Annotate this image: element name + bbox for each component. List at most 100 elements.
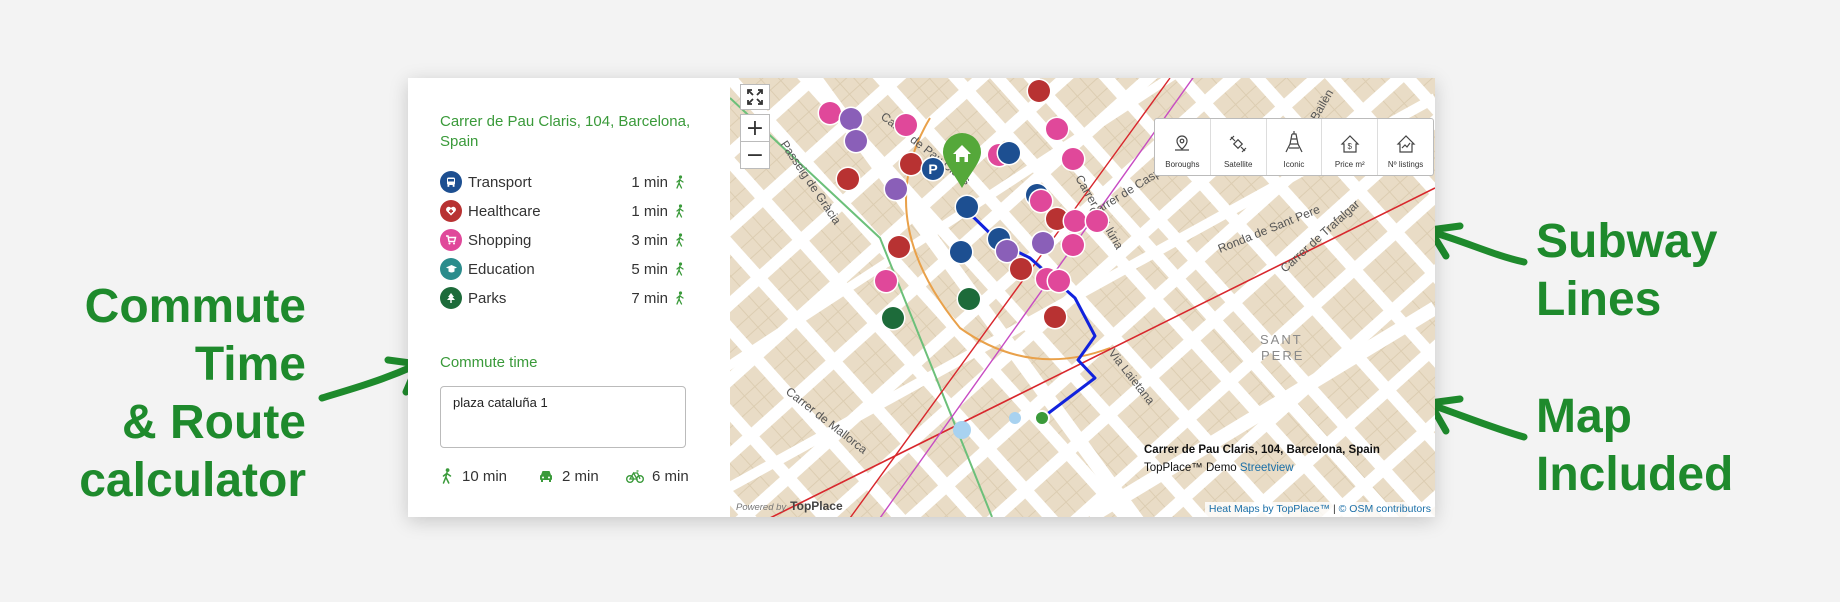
shop-marker[interactable] — [1030, 190, 1052, 212]
school-marker[interactable] — [885, 178, 907, 200]
poi-label: Education — [468, 260, 535, 278]
school-marker[interactable] — [845, 130, 867, 152]
home-pin-icon[interactable] — [941, 132, 983, 190]
fullscreen-button[interactable] — [740, 84, 770, 110]
arrow-map-icon — [1426, 395, 1528, 441]
poi-time: 1 min — [631, 173, 668, 191]
poi-label: Parks — [468, 289, 507, 307]
annotation-line: Map — [1536, 390, 1632, 443]
health-marker[interactable] — [1028, 80, 1050, 102]
shop-marker[interactable] — [1062, 234, 1084, 256]
commute-time-label: Commute time — [440, 354, 538, 371]
walk-icon — [676, 262, 684, 276]
layer-price-button[interactable]: $ Price m² — [1322, 119, 1379, 175]
commute-destination-input[interactable] — [440, 386, 686, 448]
shop-marker[interactable] — [1048, 270, 1070, 292]
layer-boroughs-button[interactable]: Boroughs — [1155, 119, 1211, 175]
shop-marker[interactable] — [819, 102, 841, 124]
park-marker[interactable] — [958, 288, 980, 310]
poi-label: Transport — [468, 173, 532, 191]
bus-marker[interactable] — [998, 142, 1020, 164]
park-marker[interactable] — [882, 307, 904, 329]
annotation-line: calculator — [79, 454, 306, 507]
health-marker[interactable] — [1010, 258, 1032, 280]
shop-marker[interactable] — [1064, 210, 1086, 232]
layer-iconic-button[interactable]: Iconic — [1267, 119, 1323, 175]
bus-marker[interactable] — [956, 196, 978, 218]
health-marker[interactable] — [900, 153, 922, 175]
school-marker[interactable] — [1032, 232, 1054, 254]
poi-time: 5 min — [631, 260, 668, 278]
powered-by: Powered by TopPlace — [736, 499, 843, 513]
zoom-in-button[interactable]: + — [740, 114, 770, 142]
walk-icon — [676, 175, 684, 189]
walk-icon — [676, 233, 684, 247]
fullscreen-icon — [747, 89, 763, 105]
osm-link[interactable]: © OSM contributors — [1339, 503, 1431, 515]
location-popup: Carrer de Pau Claris, 104, Barcelona, Sp… — [1144, 441, 1380, 477]
mode-time: 6 min — [652, 467, 689, 485]
streetview-link[interactable]: Streetview — [1240, 462, 1294, 474]
mode-car[interactable]: 2 min — [538, 464, 599, 488]
shop-marker[interactable] — [1086, 210, 1108, 232]
annotation-subway: Subway Lines — [1536, 213, 1717, 329]
health-marker[interactable] — [837, 168, 859, 190]
bike-icon — [626, 470, 644, 483]
shop-marker[interactable] — [1046, 118, 1068, 140]
health-marker[interactable] — [1044, 306, 1066, 328]
district-label: PERE — [1261, 348, 1304, 363]
layer-listings-button[interactable]: Nº listings — [1378, 119, 1433, 175]
layer-label: Iconic — [1283, 160, 1305, 169]
annotation-line: Subway — [1536, 215, 1718, 268]
layer-label: Nº listings — [1387, 160, 1424, 169]
annotation-line: & Route — [122, 396, 306, 449]
annotation-line: Lines — [1536, 273, 1662, 326]
cart-icon — [440, 229, 462, 251]
shop-marker[interactable] — [875, 270, 897, 292]
walk-icon — [442, 468, 452, 484]
map-view[interactable]: Carrer de Pau Claris Passeig de Gràcia C… — [730, 78, 1435, 517]
topplace-logo[interactable]: TopPlace — [790, 499, 842, 513]
poi-time: 7 min — [631, 289, 668, 307]
map-attribution: Heat Maps by TopPlace™ | © OSM contribut… — [1204, 502, 1435, 517]
bus-marker[interactable] — [950, 241, 972, 263]
annotation-commute: Commute Time & Route calculator — [40, 278, 306, 510]
iconic-icon — [1285, 131, 1303, 153]
powered-by-text: Powered by — [736, 502, 787, 513]
zoom-out-button[interactable]: − — [740, 141, 770, 169]
poi-time: 1 min — [631, 202, 668, 220]
poi-time: 3 min — [631, 231, 668, 249]
heatmaps-link[interactable]: Heat Maps by TopPlace™ — [1209, 503, 1330, 515]
health-marker[interactable] — [888, 236, 910, 258]
annotation-map: Map Included — [1536, 388, 1733, 504]
school-marker[interactable] — [840, 108, 862, 130]
layer-label: Satellite — [1223, 160, 1253, 169]
layer-label: Price m² — [1334, 160, 1365, 169]
address-title: Carrer de Pau Claris, 104, Barcelona, Sp… — [440, 113, 691, 150]
poi-row-transport[interactable]: Transport 1 min — [440, 170, 686, 194]
info-panel: Carrer de Pau Claris, 104, Barcelona, Sp… — [408, 78, 730, 517]
car-icon — [540, 471, 552, 482]
poi-row-shopping[interactable]: Shopping 3 min — [440, 228, 686, 252]
attribution-separator: | — [1330, 503, 1339, 515]
shop-marker[interactable] — [1062, 148, 1084, 170]
mode-bike[interactable]: 6 min — [626, 464, 689, 488]
listings-icon — [1396, 135, 1416, 153]
popup-sub: TopPlace™ Demo — [1144, 462, 1237, 474]
mode-walk[interactable]: 10 min — [440, 464, 507, 488]
poi-row-education[interactable]: Education 5 min — [440, 257, 686, 281]
tree-icon — [440, 287, 462, 309]
district-label: SANT — [1260, 332, 1303, 347]
poi-row-healthcare[interactable]: Healthcare 1 min — [440, 199, 686, 223]
poi-row-parks[interactable]: Parks 7 min — [440, 286, 686, 310]
layer-satellite-button[interactable]: Satellite — [1211, 119, 1267, 175]
bus-icon — [440, 171, 462, 193]
poi-label: Shopping — [468, 231, 532, 249]
poi-label: Healthcare — [468, 202, 541, 220]
svg-text:$: $ — [1347, 142, 1352, 151]
shop-marker[interactable] — [895, 114, 917, 136]
popup-subtitle: TopPlace™ Demo Streetview — [1144, 459, 1380, 477]
price-icon: $ — [1340, 135, 1360, 153]
walk-icon — [676, 291, 684, 305]
popup-title: Carrer de Pau Claris, 104, Barcelona, Sp… — [1144, 444, 1380, 456]
